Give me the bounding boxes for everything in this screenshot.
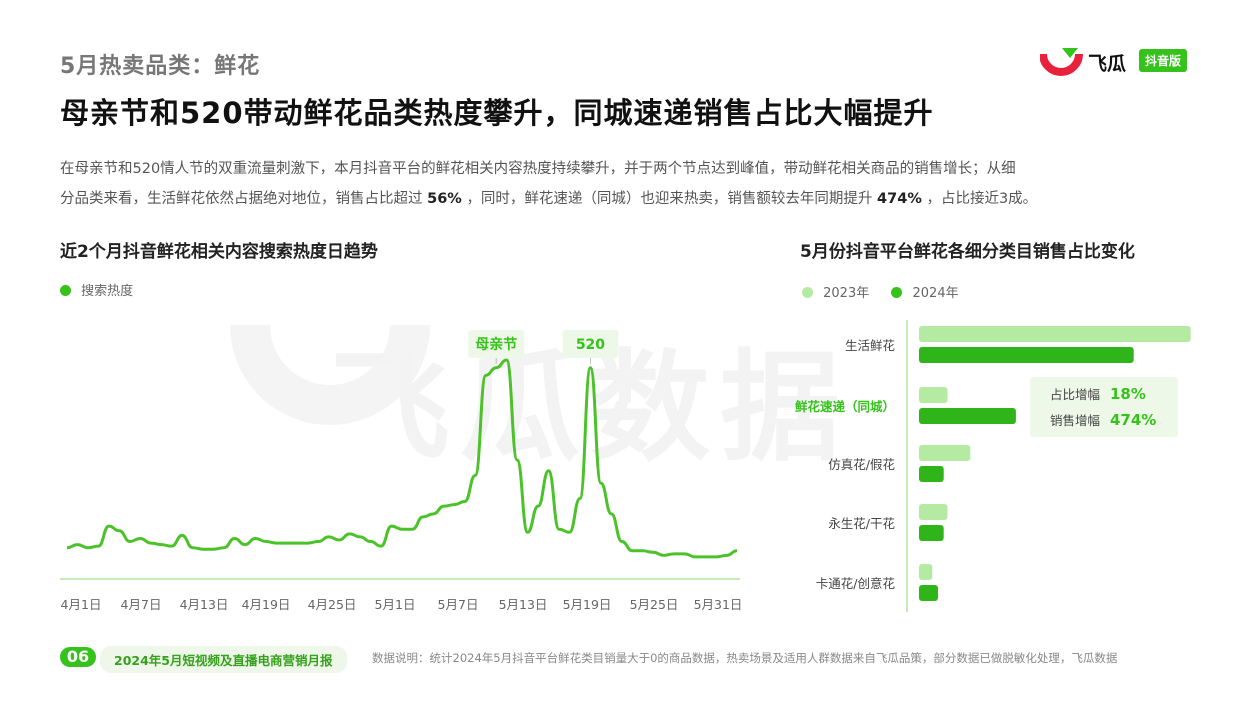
bar-chart: 生活鲜花鲜花速递（同城） 仿真花/假花永生花/干花卡通花/创意花 占比增幅 18% 销售… <box>795 320 1191 612</box>
logo-name: 飞瓜 <box>1088 53 1127 75</box>
share-growth-value: 18% <box>1110 385 1146 403</box>
bar-2024 <box>919 466 944 482</box>
bar-2023 <box>919 326 1191 342</box>
share-growth-label: 占比增幅 <box>1050 387 1100 402</box>
category-label: 仿真花/假花 <box>828 457 895 472</box>
report-name: 2024年5月短视频及直播电商营销月报 <box>100 646 347 673</box>
bar-2024 <box>919 585 938 601</box>
data-note: 数据说明：统计2024年5月抖音平台鲜花类目销量大于0的商品数据，热卖场景及适用… <box>372 651 1118 665</box>
x-tick-label: 4月13日 <box>180 597 229 612</box>
bar-2024 <box>919 525 944 541</box>
legend-label-2023: 2023年 <box>823 286 870 301</box>
peak-annotation: 520 <box>562 330 619 364</box>
sales-growth-value: 474% <box>1110 411 1156 429</box>
line-series-search-heat <box>66 358 738 559</box>
bar-2023 <box>919 387 948 403</box>
annotation-label: 母亲节 <box>475 336 517 353</box>
bar-2023 <box>919 564 933 580</box>
logo-badge: 抖音版 <box>1139 49 1188 72</box>
x-tick-label: 5月19日 <box>563 597 612 612</box>
x-tick-label: 4月1日 <box>61 597 102 612</box>
x-tick-label: 5月1日 <box>375 597 416 612</box>
category-label: 永生花/干花 <box>828 516 895 531</box>
line-chart: 4月1日 4月7日 4月13日 4月19日 4月25日 5月1日 5月7日 5月13日 5月19… <box>60 330 743 612</box>
growth-474-highlight: 474% <box>877 191 922 207</box>
x-tick-label: 4月25日 <box>308 597 357 612</box>
bar-2023 <box>919 445 971 461</box>
category-label: 生活鲜花 <box>845 338 895 353</box>
annotation-label: 520 <box>576 337 605 353</box>
category-label: 卡通花/创意花 <box>816 576 895 591</box>
x-tick-label: 5月13日 <box>499 597 548 612</box>
legend-dot-2023-icon <box>802 287 813 298</box>
x-tick-label: 4月7日 <box>121 597 162 612</box>
x-tick-label: 5月7日 <box>438 597 479 612</box>
feigua-logo-icon <box>1040 48 1083 76</box>
x-tick-label: 5月25日 <box>630 597 679 612</box>
page-number-badge: 06 <box>60 647 96 667</box>
peak-annotation: 母亲节 <box>468 330 525 364</box>
legend-dot-2024-icon <box>891 287 903 298</box>
x-tick-label: 5月31日 <box>694 597 743 612</box>
bar-2024 <box>919 408 1016 424</box>
bar-2024 <box>919 347 1134 363</box>
bar-chart-legend: 2023年 2024年 <box>802 282 959 301</box>
category-label: 鲜花速递（同城） <box>795 399 895 414</box>
legend-label-2024: 2024年 <box>912 286 959 301</box>
bar-2023 <box>919 504 948 520</box>
x-tick-label: 4月19日 <box>242 597 291 612</box>
sales-growth-label: 销售增幅 <box>1050 413 1100 428</box>
bar-chart-title: 5月份抖音平台鲜花各细分类目销售占比变化 <box>800 242 1135 262</box>
